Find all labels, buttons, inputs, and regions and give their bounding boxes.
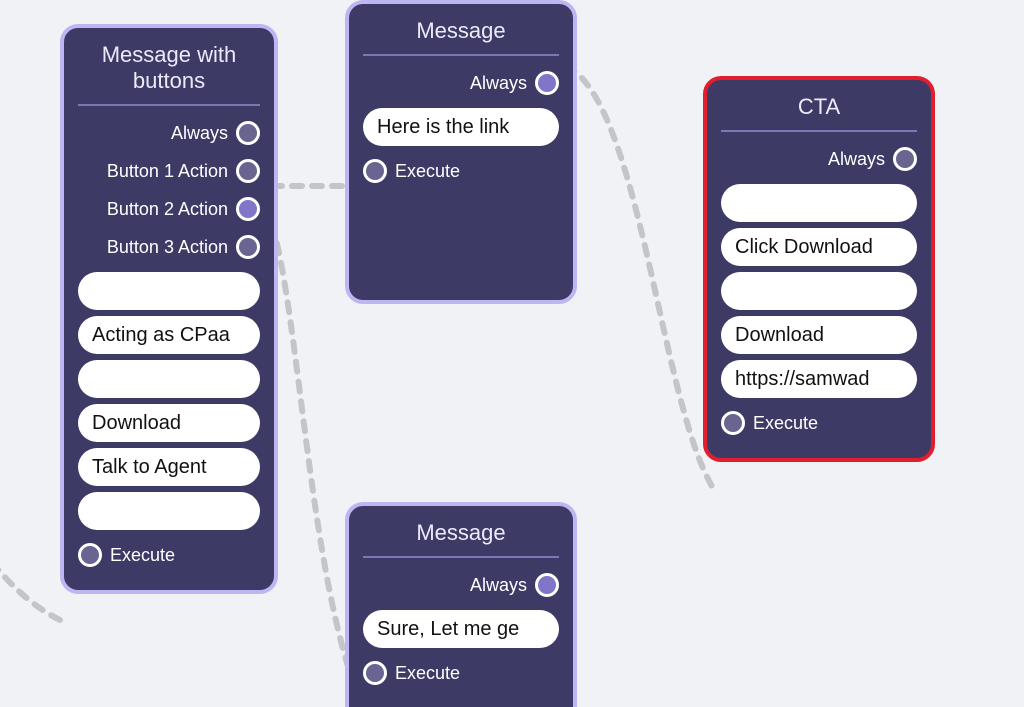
port-label-execute: Execute	[387, 663, 468, 684]
field-pill[interactable]	[78, 360, 260, 398]
edge-offscreen-left	[0, 550, 60, 620]
port-row-always: Always	[78, 114, 260, 152]
field-pill[interactable]: https://samwad	[721, 360, 917, 398]
input-port-execute[interactable]	[78, 543, 102, 567]
output-port-button3[interactable]	[236, 235, 260, 259]
port-row-execute: Execute	[363, 654, 559, 692]
input-port-execute[interactable]	[363, 159, 387, 183]
node-message-with-buttons[interactable]: Message with buttons Always Button 1 Act…	[60, 24, 278, 594]
output-port-always[interactable]	[236, 121, 260, 145]
flow-canvas[interactable]: Message with buttons Always Button 1 Act…	[0, 0, 1024, 707]
port-label-always: Always	[163, 123, 236, 144]
port-label-button2: Button 2 Action	[99, 199, 236, 220]
node-message-bottom[interactable]: Message Always Sure, Let me ge Execute	[345, 502, 577, 707]
port-row-always: Always	[363, 566, 559, 604]
input-port-execute[interactable]	[363, 661, 387, 685]
field-pill[interactable]	[78, 272, 260, 310]
port-row-button2: Button 2 Action	[78, 190, 260, 228]
output-port-button2[interactable]	[236, 197, 260, 221]
input-port-execute[interactable]	[721, 411, 745, 435]
node-message-top[interactable]: Message Always Here is the link Execute	[345, 0, 577, 304]
port-label-always: Always	[462, 73, 535, 94]
port-label-always: Always	[462, 575, 535, 596]
port-label-execute: Execute	[387, 161, 468, 182]
port-row-execute: Execute	[721, 404, 917, 442]
port-row-execute: Execute	[78, 536, 260, 574]
port-label-button3: Button 3 Action	[99, 237, 236, 258]
output-port-button1[interactable]	[236, 159, 260, 183]
port-row-button3: Button 3 Action	[78, 228, 260, 266]
field-pill[interactable]: Click Download	[721, 228, 917, 266]
output-port-always[interactable]	[535, 71, 559, 95]
output-port-always[interactable]	[893, 147, 917, 171]
node-title: Message with buttons	[78, 38, 260, 106]
field-pill[interactable]: Here is the link	[363, 108, 559, 146]
edge-n2-always-n4-execute	[566, 66, 713, 488]
port-row-button1: Button 1 Action	[78, 152, 260, 190]
node-cta[interactable]: CTA Always Click Download Download https…	[703, 76, 935, 462]
field-pill[interactable]: Sure, Let me ge	[363, 610, 559, 648]
node-title: Message	[363, 516, 559, 558]
field-pill[interactable]	[721, 184, 917, 222]
field-pill[interactable]	[78, 492, 260, 530]
field-pill[interactable]: Acting as CPaa	[78, 316, 260, 354]
node-title: CTA	[721, 90, 917, 132]
port-row-always: Always	[721, 140, 917, 178]
port-label-execute: Execute	[745, 413, 826, 434]
field-pill[interactable]	[721, 272, 917, 310]
port-label-execute: Execute	[102, 545, 183, 566]
port-label-button1: Button 1 Action	[99, 161, 236, 182]
field-pill[interactable]: Talk to Agent	[78, 448, 260, 486]
output-port-always[interactable]	[535, 573, 559, 597]
node-title: Message	[363, 14, 559, 56]
field-pill[interactable]: Download	[721, 316, 917, 354]
field-pill[interactable]: Download	[78, 404, 260, 442]
port-row-execute: Execute	[363, 152, 559, 190]
port-label-always: Always	[820, 149, 893, 170]
port-row-always: Always	[363, 64, 559, 102]
